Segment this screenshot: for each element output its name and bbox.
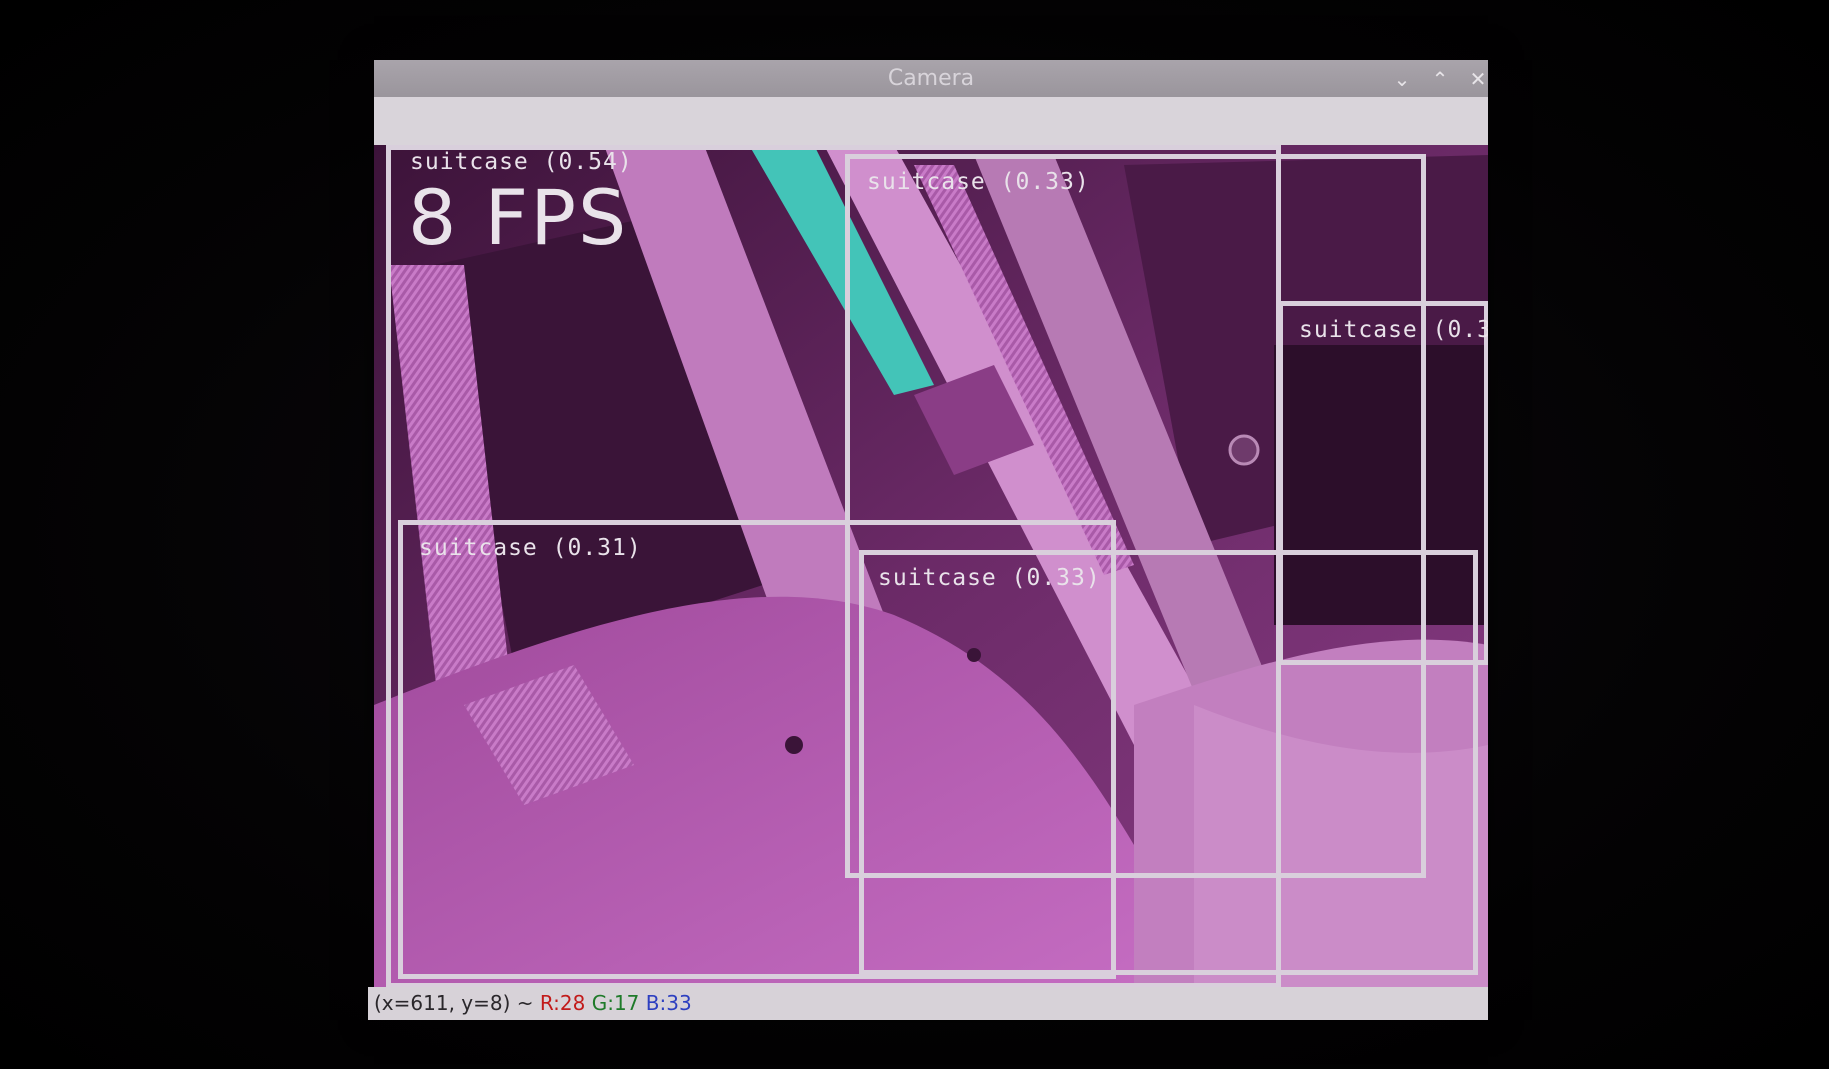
status-bar: (x=611, y=8) ~ R:28 G:17 B:33 — [368, 987, 1488, 1020]
detection-label: suitcase (0.31) — [419, 535, 642, 561]
maximize-icon[interactable]: ⌃ — [1427, 66, 1453, 92]
detection-box — [859, 550, 1478, 975]
minimize-icon[interactable]: ⌄ — [1389, 66, 1415, 92]
window-title: Camera — [887, 66, 975, 91]
toolbar — [374, 97, 1488, 145]
detection-label: suitcase (0.54) — [410, 149, 633, 175]
camera-window[interactable]: Camera ⌄ ⌃ ✕ suitcase (0.54) suitcase (0… — [368, 60, 1488, 1020]
fps-counter: 8 FPS — [408, 173, 629, 262]
pixel-blue-value: B:33 — [645, 991, 692, 1015]
title-bar[interactable]: Camera ⌄ ⌃ ✕ — [374, 60, 1488, 97]
pixel-red-value: R:28 — [539, 991, 586, 1015]
pixel-green-value: G:17 — [591, 991, 640, 1015]
close-icon[interactable]: ✕ — [1465, 66, 1491, 92]
camera-frame[interactable]: suitcase (0.54) suitcase (0.33) suitcase… — [374, 145, 1488, 987]
screen-background: Camera ⌄ ⌃ ✕ suitcase (0.54) suitcase (0… — [0, 0, 1829, 1069]
detection-label: suitcase (0.33) — [878, 565, 1101, 591]
cursor-coordinates: (x=611, y=8) ~ — [374, 991, 540, 1015]
detection-label: suitcase (0.33) — [867, 169, 1090, 195]
detection-label: suitcase (0.3 — [1299, 317, 1488, 343]
